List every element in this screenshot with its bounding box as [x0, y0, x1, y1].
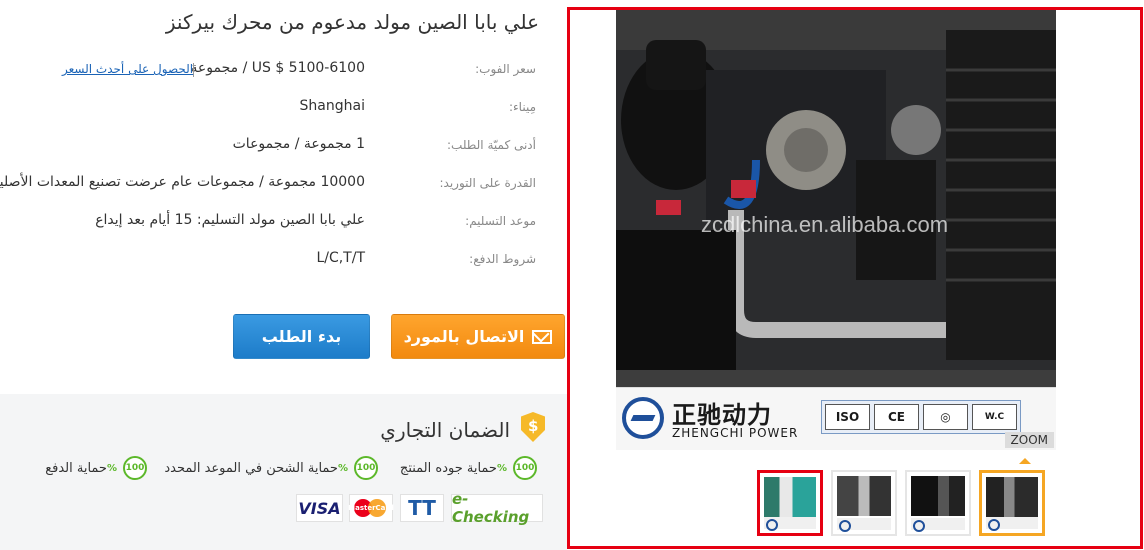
- certification-badges: ISO CE ◎ W.C: [821, 400, 1021, 434]
- brand-banner: 正驰动力 ZHENGCHI POWER ISO CE ◎ W.C ZOOM: [616, 387, 1056, 450]
- detail-row-moq: أدنى كميّة الطلب: 1 مجموعة / مجموعات: [0, 136, 560, 156]
- protection-label: حماية الشحن في الموعد المحدد: [164, 460, 338, 476]
- detail-row-payment: شروط الدفع: L/C,T/T: [0, 250, 560, 270]
- e-checking-logo: e-Checking: [451, 490, 543, 526]
- product-page: علي بابا الصين مولد مدعوم من محرك بيركنز…: [0, 0, 1144, 550]
- detail-label: سعر الفوب:: [475, 62, 536, 76]
- detail-value: US $ 5100-6100 / مجموعة: [190, 60, 365, 76]
- detail-label: مِيناء:: [508, 100, 536, 114]
- detail-value: 10000 مجموعة / مجموعات عام عرضت تصنيع ال…: [0, 174, 365, 190]
- shield-dollar-icon: [521, 412, 545, 442]
- detail-label: موعد التسليم:: [465, 214, 536, 228]
- trade-assurance-title: الضمان التجاري: [380, 418, 510, 442]
- detail-value: Shanghai: [299, 98, 365, 114]
- zhengchi-logo-icon: [622, 397, 664, 439]
- ce-badge: CE: [874, 404, 919, 430]
- visa-logo: VISA: [296, 494, 343, 522]
- envelope-icon: [532, 329, 553, 344]
- protection-label: حماية جوده المنتج: [399, 460, 497, 476]
- thumbnail-4[interactable]: [979, 470, 1045, 536]
- detail-label: أدنى كميّة الطلب:: [447, 138, 536, 152]
- thumbnail-strip: [757, 470, 1045, 536]
- engine-photo: zcdlchina.en.alibaba.com: [616, 10, 1056, 387]
- detail-row-port: مِيناء: Shanghai: [0, 98, 560, 118]
- product-title: علي بابا الصين مولد مدعوم من محرك بيركنز: [165, 10, 539, 34]
- iso-badge: ISO: [825, 404, 870, 430]
- percent-100-icon: 100: [354, 456, 378, 480]
- detail-label: شروط الدفع:: [469, 252, 536, 266]
- latest-price-link[interactable]: الحصول على أحدث السعر: [62, 62, 193, 76]
- detail-value: 1 مجموعة / مجموعات: [232, 136, 365, 152]
- detail-row-supply: القدرة على التوريد: 10000 مجموعة / مجموع…: [0, 174, 560, 194]
- detail-value: L/C,T/T: [316, 250, 365, 266]
- start-order-button[interactable]: بدء الطلب: [233, 314, 370, 359]
- protection-shipping: 100 % حماية الشحن في الموعد المحدد: [164, 456, 378, 480]
- svg-text:zcdlchina.en.alibaba.com: zcdlchina.en.alibaba.com: [701, 212, 948, 237]
- thumbnail-1[interactable]: [757, 470, 823, 536]
- selected-thumbnail-caret: [1019, 458, 1031, 464]
- trade-assurance-panel: الضمان التجاري 100 % حماية جوده المنتج 1…: [0, 394, 567, 550]
- protection-quality: 100 % حماية جوده المنتج: [400, 456, 537, 480]
- tt-logo: TT: [400, 494, 444, 522]
- separator: [193, 63, 194, 77]
- percent-100-icon: 100: [123, 456, 147, 480]
- brand-name-cn: 正驰动力: [672, 401, 772, 429]
- zoom-button[interactable]: ZOOM: [1004, 432, 1054, 448]
- contact-supplier-button[interactable]: الاتصال بالمورد: [391, 314, 565, 359]
- thumbnail-2[interactable]: [831, 470, 897, 536]
- product-gallery: zcdlchina.en.alibaba.com 正驰动力 ZHENGCHI P…: [567, 7, 1143, 549]
- main-product-image[interactable]: zcdlchina.en.alibaba.com: [616, 10, 1056, 387]
- cert-seal-icon: ◎: [923, 404, 968, 430]
- protection-label: حماية الدفع: [45, 460, 107, 476]
- wc-badge: W.C: [972, 404, 1017, 430]
- protection-payment: 100 % حماية الدفع: [45, 456, 147, 480]
- brand-name-en: ZHENGCHI POWER: [672, 426, 799, 440]
- thumbnail-3[interactable]: [905, 470, 971, 536]
- percent-100-icon: 100: [513, 456, 537, 480]
- detail-row-delivery: موعد التسليم: علي بابا الصين مولد التسلي…: [0, 212, 560, 232]
- detail-label: القدرة على التوريد:: [439, 176, 537, 190]
- detail-value: علي بابا الصين مولد التسليم: 15 أيام بعد…: [95, 212, 365, 228]
- contact-supplier-label: الاتصال بالمورد: [403, 327, 525, 346]
- detail-row-price: سعر الفوب: US $ 5100-6100 / مجموعة الحصو…: [0, 60, 560, 80]
- start-order-label: بدء الطلب: [261, 327, 342, 346]
- mastercard-logo: MasterCard: [348, 494, 394, 522]
